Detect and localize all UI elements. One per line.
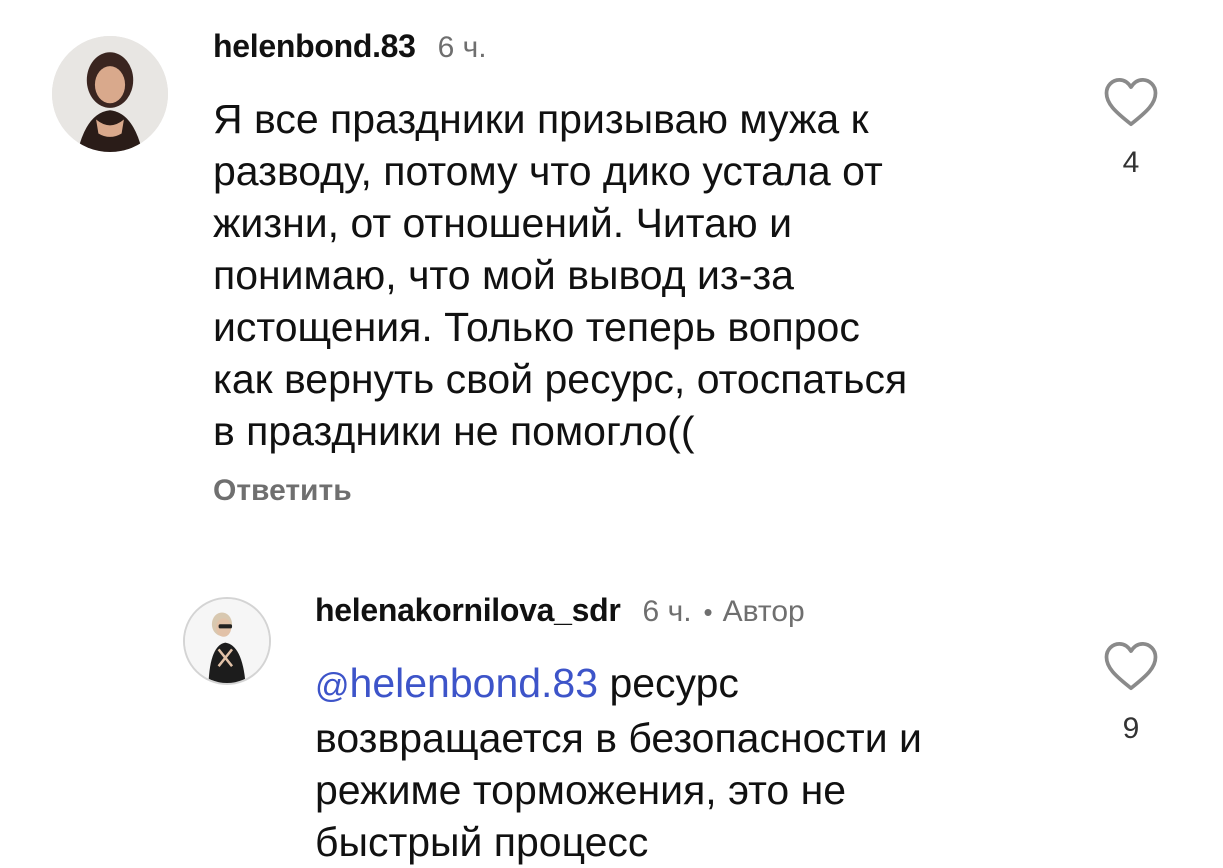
separator-dot: •	[703, 597, 713, 627]
reply-button[interactable]: Ответить	[213, 474, 352, 508]
heart-outline-icon[interactable]	[1103, 640, 1159, 692]
avatar-photo	[185, 599, 269, 683]
username[interactable]: helenbond.83	[213, 28, 416, 65]
heart-outline-icon[interactable]	[1103, 76, 1159, 128]
comment-line: жизни, от отношений. Читаю и	[213, 200, 792, 246]
comment-line: @helenbond.83 ресурс	[315, 657, 1075, 712]
username[interactable]: helenakornilova_sdr	[315, 592, 621, 629]
mention-icon: @	[315, 667, 350, 705]
avatar[interactable]	[183, 597, 271, 685]
avatar[interactable]	[52, 36, 168, 152]
like-count: 9	[1122, 712, 1140, 745]
comment-line: режиме торможения, это не	[315, 767, 847, 813]
comment-line: в праздники не помогло((	[213, 408, 695, 454]
comment-line: Я все праздники призываю мужа к	[213, 96, 869, 142]
author-badge: Автор	[722, 595, 805, 628]
comment-text: @helenbond.83 ресурс возвращается в безо…	[315, 657, 1075, 868]
avatar-photo	[52, 36, 168, 152]
comment-line: понимаю, что мой вывод из-за	[213, 252, 794, 298]
comment-header: helenbond.83 6 ч.	[213, 28, 487, 65]
timestamp: 6 ч.	[642, 595, 692, 628]
mention-link[interactable]: @helenbond.83	[315, 660, 598, 706]
comment-line: возвращается в безопасности и	[315, 715, 922, 761]
mention-username: helenbond.83	[349, 660, 599, 706]
like-count: 4	[1122, 146, 1140, 179]
comment-header: helenakornilova_sdr 6 ч. • Автор	[315, 592, 805, 629]
comment-text: Я все праздники призываю мужа к разводу,…	[213, 93, 1033, 457]
comment-line: разводу, потому что дико устала от	[213, 148, 883, 194]
comment-line: истощения. Только теперь вопрос	[213, 304, 860, 350]
timestamp: 6 ч.	[437, 31, 487, 64]
comment-line: быстрый процесс	[315, 819, 649, 865]
comment-line-rest: ресурс	[598, 660, 739, 706]
comment-line: как вернуть свой ресурс, отоспаться	[213, 356, 908, 402]
